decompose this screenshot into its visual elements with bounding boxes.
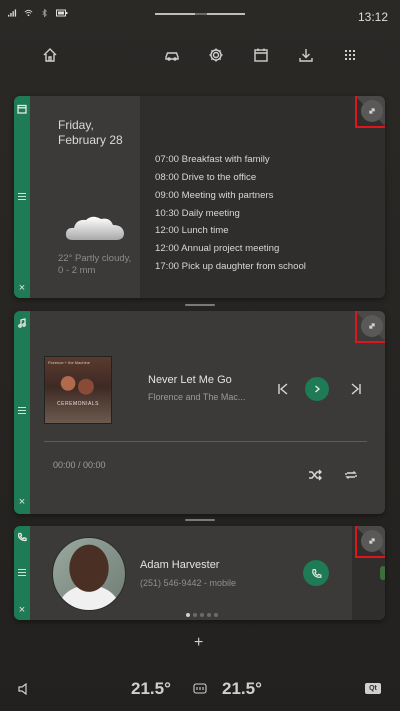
- volume-icon[interactable]: [18, 683, 32, 695]
- apps-button[interactable]: [340, 45, 360, 65]
- highlight-box: [355, 96, 385, 128]
- close-icon[interactable]: ×: [17, 283, 27, 294]
- card-resize-handle[interactable]: [185, 519, 215, 521]
- bluetooth-icon: [42, 9, 47, 17]
- previous-button[interactable]: [276, 382, 290, 396]
- calendar-icon: [254, 48, 268, 62]
- avatar: [52, 537, 126, 611]
- agenda-item[interactable]: 12:00 Annual project meeting: [155, 243, 279, 254]
- agenda-item[interactable]: 07:00 Breakfast with family: [155, 154, 270, 165]
- left-temperature[interactable]: 21.5°: [131, 679, 171, 699]
- music-card: × Florence + the Machine CEREMONIALS Nev…: [14, 311, 385, 514]
- agenda-item[interactable]: 08:00 Drive to the office: [155, 172, 256, 183]
- car-button[interactable]: [162, 45, 182, 65]
- grid-icon: [345, 50, 355, 60]
- music-note-icon: [18, 318, 26, 328]
- contact-card-sidebar: ×: [14, 526, 30, 620]
- date-label: February 28: [58, 133, 123, 147]
- expand-button[interactable]: [355, 96, 385, 128]
- home-button[interactable]: [40, 45, 60, 65]
- skip-previous-icon: [278, 383, 288, 395]
- album-art-title: CEREMONIALS: [57, 401, 99, 407]
- drag-handle-icon[interactable]: [18, 407, 26, 415]
- qt-logo: Qt: [365, 683, 381, 694]
- weather-precipitation: 0 - 2 mm: [58, 265, 96, 276]
- drag-handle-icon[interactable]: [18, 193, 26, 201]
- shuffle-icon: [309, 469, 322, 481]
- contact-phone: (251) 546-9442 - mobile: [140, 578, 237, 588]
- highlight-box: [355, 526, 385, 558]
- skip-next-icon: [351, 383, 361, 395]
- status-bar: 13:12: [0, 0, 400, 30]
- repeat-icon: [345, 471, 357, 479]
- highlight-box: [355, 311, 385, 343]
- play-icon: [315, 385, 321, 393]
- wifi-icon: [24, 9, 33, 17]
- cloud-icon: [65, 216, 124, 240]
- call-button[interactable]: [303, 560, 329, 586]
- repeat-button[interactable]: [344, 468, 358, 480]
- download-button[interactable]: [296, 45, 316, 65]
- home-icon: [43, 48, 57, 62]
- agenda-item[interactable]: 17:00 Pick up daughter from school: [155, 261, 306, 272]
- expand-button[interactable]: [355, 526, 385, 558]
- agenda-item[interactable]: 09:00 Meeting with partners: [155, 190, 273, 201]
- right-temperature[interactable]: 21.5°: [222, 679, 262, 699]
- artist-name: Florence and The Mac...: [148, 392, 246, 402]
- car-icon: [165, 52, 179, 61]
- agenda-item[interactable]: 12:00 Lunch time: [155, 225, 229, 236]
- day-label: Friday,: [58, 118, 94, 132]
- play-button[interactable]: [305, 377, 329, 401]
- expand-button[interactable]: [355, 311, 385, 343]
- calendar-card-sidebar: ×: [14, 96, 30, 298]
- battery-icon: [56, 9, 68, 17]
- contact-card: × Adam Harvester (251) 546-9442 - mobile: [14, 526, 385, 620]
- calendar-icon: [17, 104, 27, 114]
- gear-icon: [209, 48, 223, 62]
- agenda-item[interactable]: 10:30 Daily meeting: [155, 208, 240, 219]
- song-title: Never Let Me Go: [148, 374, 232, 386]
- seek-bar[interactable]: [44, 441, 367, 442]
- album-art: Florence + the Machine CEREMONIALS: [44, 356, 112, 424]
- status-clock: 13:12: [357, 10, 388, 24]
- album-art-credit: Florence + the Machine: [48, 360, 90, 365]
- shuffle-button[interactable]: [308, 468, 322, 481]
- calendar-button[interactable]: [251, 45, 271, 65]
- next-button[interactable]: [349, 382, 363, 396]
- date-weather-panel: Friday, February 28 22° Partly cloudy, 0…: [43, 96, 140, 298]
- settings-button[interactable]: [206, 45, 226, 65]
- close-icon[interactable]: ×: [17, 497, 27, 508]
- drag-handle-icon[interactable]: [18, 569, 26, 577]
- contact-pager[interactable]: [186, 604, 221, 620]
- close-icon[interactable]: ×: [17, 605, 27, 616]
- top-slider[interactable]: [155, 13, 245, 15]
- music-card-sidebar: ×: [14, 311, 30, 514]
- signal-icon: [8, 9, 17, 17]
- track-time: 00:00 / 00:00: [53, 460, 106, 470]
- agenda-panel: 07:00 Breakfast with family 08:00 Drive …: [140, 96, 385, 298]
- contact-name: Adam Harvester: [140, 559, 220, 571]
- ventilation-icon[interactable]: [193, 683, 207, 694]
- status-icons: [8, 9, 68, 17]
- card-resize-handle[interactable]: [185, 304, 215, 306]
- download-icon: [299, 49, 313, 62]
- add-widget-button[interactable]: +: [194, 634, 203, 652]
- weather-condition: 22° Partly cloudy,: [58, 253, 132, 264]
- phone-icon: [17, 532, 27, 542]
- calendar-card: × Friday, February 28 22° Partly cloudy,…: [14, 96, 385, 298]
- phone-icon: [311, 568, 322, 578]
